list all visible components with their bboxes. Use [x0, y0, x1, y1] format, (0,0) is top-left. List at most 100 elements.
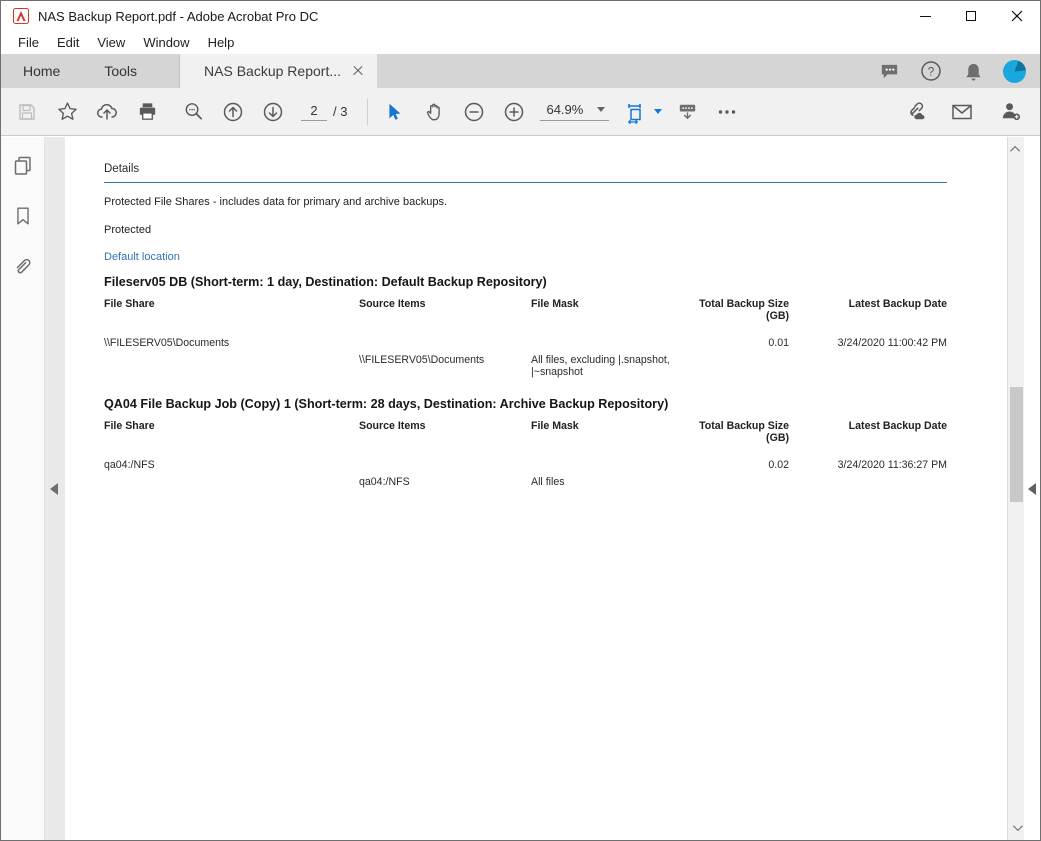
- minimize-icon: [919, 15, 931, 17]
- panel-gutter: [45, 137, 65, 840]
- collapse-left-panel-arrow[interactable]: [50, 483, 58, 495]
- details-heading: Details: [104, 163, 140, 175]
- hand-tool-button[interactable]: [414, 92, 454, 132]
- acrobat-window: NAS Backup Report.pdf - Adobe Acrobat Pr…: [0, 0, 1041, 841]
- comment-bubble-icon[interactable]: [877, 59, 901, 83]
- table-cell: \\FILESERV05\Documents: [359, 354, 485, 366]
- page-count-label: / 3: [333, 104, 348, 119]
- tab-close-icon[interactable]: [353, 65, 363, 76]
- zoom-out-icon: [465, 102, 484, 121]
- table-cell: [359, 337, 531, 354]
- scroll-down-button[interactable]: [1008, 819, 1025, 836]
- previous-page-button[interactable]: [213, 92, 253, 132]
- zoom-in-icon: [505, 102, 524, 121]
- zoom-level-select[interactable]: 64.9%: [540, 102, 610, 121]
- minimize-button[interactable]: [902, 1, 948, 31]
- table-cell: [688, 476, 789, 493]
- intro-text: Protected File Shares - includes data fo…: [104, 196, 447, 208]
- scrollbar-thumb[interactable]: [1010, 387, 1023, 502]
- col-latest-date: Latest Backup Date: [848, 298, 947, 310]
- search-icon: [185, 103, 202, 120]
- fit-width-icon: [628, 103, 642, 124]
- hide-toolbar-icon: [679, 104, 696, 119]
- save-floppy-icon: [19, 103, 35, 120]
- zoom-level-value: 64.9%: [546, 102, 584, 117]
- main-toolbar: 2 / 3 64.9%: [1, 88, 1040, 136]
- tab-bar: Home Tools NAS Backup Report... ?: [1, 54, 1040, 88]
- share-link-button[interactable]: [894, 92, 934, 132]
- envelope-icon: [952, 104, 972, 119]
- table-cell: \\FILESERV05\Documents: [104, 337, 230, 349]
- tab-home[interactable]: Home: [1, 54, 82, 88]
- close-button[interactable]: [994, 1, 1040, 31]
- star-button[interactable]: [47, 92, 87, 132]
- table-cell: [104, 476, 359, 493]
- col-total-size: Total Backup Size (GB): [699, 420, 789, 444]
- menu-edit[interactable]: Edit: [48, 32, 88, 53]
- col-file-mask: File Mask: [531, 420, 579, 432]
- zoom-caret-icon: [597, 107, 606, 112]
- fit-width-button[interactable]: [619, 92, 667, 132]
- table-cell: 3/24/2020 11:00:42 PM: [837, 337, 947, 349]
- scroll-up-button[interactable]: [1008, 141, 1025, 158]
- acrobat-pdf-logo-icon: [13, 8, 29, 24]
- document-tab-label: NAS Backup Report...: [204, 63, 341, 79]
- select-tool-button[interactable]: [374, 92, 414, 132]
- help-icon[interactable]: ?: [919, 59, 943, 83]
- close-icon: [1011, 10, 1023, 22]
- job-heading: Fileserv05 DB (Short-term: 1 day, Destin…: [104, 275, 547, 289]
- menu-help[interactable]: Help: [199, 32, 244, 53]
- col-file-mask: File Mask: [531, 298, 579, 310]
- menu-view[interactable]: View: [88, 32, 134, 53]
- table-cell: [104, 354, 359, 383]
- page-thumbnails-icon[interactable]: [10, 153, 36, 179]
- chevron-down-icon: [1012, 821, 1023, 832]
- col-source-items: Source Items: [359, 298, 426, 310]
- notification-bell-icon[interactable]: [961, 59, 985, 83]
- menu-file[interactable]: File: [9, 32, 48, 53]
- table-cell: [359, 459, 531, 476]
- menu-bar: File Edit View Window Help: [1, 31, 1040, 54]
- account-avatar[interactable]: [1003, 59, 1026, 83]
- tab-tools[interactable]: Tools: [82, 54, 159, 88]
- share-cloud-button[interactable]: [87, 92, 127, 132]
- window-title: NAS Backup Report.pdf - Adobe Acrobat Pr…: [38, 8, 319, 24]
- menu-window[interactable]: Window: [134, 32, 198, 53]
- fit-width-caret-icon: [654, 109, 663, 114]
- table-cell: 0.02: [768, 459, 789, 471]
- tab-document[interactable]: NAS Backup Report...: [179, 54, 377, 88]
- details-divider: [104, 182, 947, 183]
- svg-text:?: ?: [928, 65, 935, 79]
- add-person-button[interactable]: [990, 92, 1030, 132]
- table-cell: [688, 354, 789, 383]
- star-icon: [57, 102, 77, 120]
- backup-job-section: Fileserv05 DB (Short-term: 1 day, Destin…: [104, 275, 947, 383]
- maximize-icon: [966, 11, 976, 21]
- table-cell: qa04:/NFS: [359, 476, 410, 488]
- table-cell: All files, excluding |.snapshot, |~snaps…: [531, 354, 670, 378]
- title-bar: NAS Backup Report.pdf - Adobe Acrobat Pr…: [1, 1, 1040, 31]
- email-button[interactable]: [942, 92, 982, 132]
- bookmarks-icon[interactable]: [10, 203, 36, 229]
- default-location-link[interactable]: Default location: [104, 251, 947, 263]
- add-person-icon: [1002, 103, 1020, 121]
- open-right-panel-arrow[interactable]: [1028, 483, 1036, 495]
- table-cell: [531, 459, 688, 476]
- page-number-input[interactable]: 2: [301, 103, 327, 121]
- maximize-button[interactable]: [948, 1, 994, 31]
- job-table: File Share Source Items File Mask Total …: [104, 298, 947, 383]
- next-page-button[interactable]: [253, 92, 293, 132]
- zoom-in-button[interactable]: [494, 92, 534, 132]
- table-cell: 0.01: [768, 337, 789, 349]
- document-area: Details Protected File Shares - includes…: [1, 137, 1040, 840]
- zoom-out-button[interactable]: [454, 92, 494, 132]
- print-button[interactable]: [127, 92, 167, 132]
- attachments-paperclip-icon[interactable]: [10, 253, 36, 279]
- more-tools-button[interactable]: [707, 92, 747, 132]
- vertical-scrollbar[interactable]: [1007, 137, 1024, 840]
- search-button[interactable]: [173, 92, 213, 132]
- toolbar-separator: [367, 98, 369, 125]
- save-button[interactable]: [7, 92, 47, 132]
- printer-icon: [139, 103, 155, 120]
- hide-toolbar-button[interactable]: [667, 92, 707, 132]
